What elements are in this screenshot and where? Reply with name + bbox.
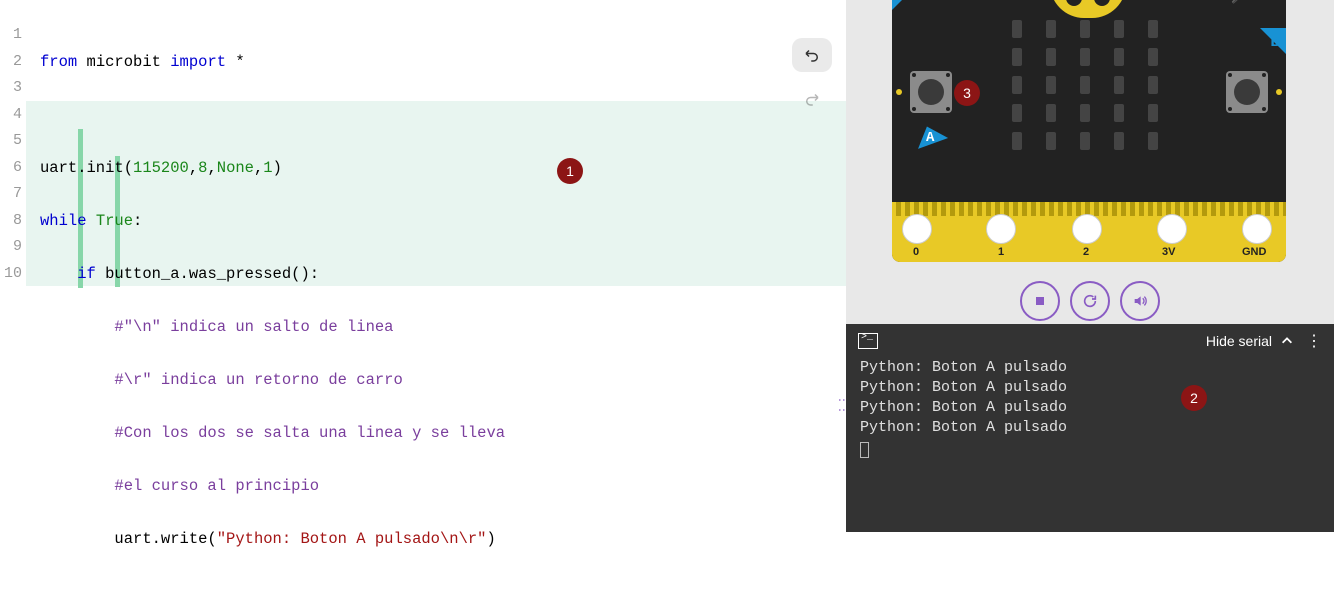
module: microbit	[77, 53, 170, 71]
sound-button[interactable]	[1120, 281, 1160, 321]
line-number: 6	[0, 155, 28, 182]
code-content[interactable]: from microbit import * uart.init(115200,…	[28, 0, 874, 605]
annotation-3: 3	[954, 80, 980, 106]
line-number-gutter: 1 2 3 4 5 6 7 8 9 10	[0, 0, 28, 287]
serial-menu-button[interactable]: ⋮	[1306, 331, 1322, 351]
pin-label: 3V	[1162, 246, 1175, 258]
simulator-controls	[846, 278, 1334, 324]
button-b[interactable]	[1226, 71, 1268, 113]
serial-line: Python: Boton A pulsado	[860, 399, 1067, 416]
stop-icon	[1032, 293, 1048, 309]
label-a: A	[926, 130, 934, 146]
simulator-area: 🎤 B A	[846, 0, 1334, 274]
serial-output[interactable]: Python: Boton A pulsado Python: Boton A …	[846, 358, 1334, 472]
num: 1	[263, 159, 272, 177]
button-a[interactable]	[910, 71, 952, 113]
line-number: 3	[0, 75, 28, 102]
line-number: 4	[0, 102, 28, 129]
side-dot	[1276, 89, 1282, 95]
serial-line: Python: Boton A pulsado	[860, 419, 1067, 436]
line-number: 1	[0, 22, 28, 49]
comment: #\r" indica un retorno de carro	[114, 371, 402, 389]
line-number: 5	[0, 128, 28, 155]
label-b: B	[1270, 33, 1280, 51]
line-number: 8	[0, 208, 28, 235]
hide-serial-label: Hide serial	[1206, 333, 1272, 349]
microbit-board: 🎤 B A	[892, 0, 1286, 262]
comment: #"\n" indica un salto de linea	[114, 318, 393, 336]
reset-icon	[1082, 293, 1098, 309]
board-face-icon	[1050, 0, 1126, 18]
pin-2[interactable]	[1072, 214, 1102, 244]
const-true: True	[96, 212, 133, 230]
annotation-2: 2	[1181, 385, 1207, 411]
kw-if: if	[77, 265, 96, 283]
serial-line: Python: Boton A pulsado	[860, 359, 1067, 376]
kw-from: from	[40, 53, 77, 71]
side-dot	[896, 89, 902, 95]
code-editor[interactable]: 1 2 3 4 5 6 7 8 9 10 from microbit impor…	[0, 0, 846, 532]
pin-gnd[interactable]	[1242, 214, 1272, 244]
stop-button[interactable]	[1020, 281, 1060, 321]
call: uart.init(	[40, 159, 133, 177]
empty-line	[40, 102, 874, 129]
line-number: 9	[0, 234, 28, 261]
annotation-1: 1	[557, 158, 583, 184]
kw-while: while	[40, 212, 87, 230]
edge-connector: 0 1 2 3V GND	[892, 206, 1286, 262]
kw-import: import	[170, 53, 226, 71]
reset-button[interactable]	[1070, 281, 1110, 321]
pin-label: GND	[1242, 246, 1266, 258]
line-number: 10	[0, 261, 28, 288]
star: *	[226, 53, 245, 71]
pin-label: 0	[913, 246, 919, 258]
serial-panel: Hide serial ⋮ Python: Boton A pulsado Py…	[846, 324, 1334, 532]
pin-1[interactable]	[986, 214, 1016, 244]
microphone-icon: 🎤	[1231, 0, 1246, 5]
chevron-up-icon	[1280, 334, 1294, 348]
comment: #el curso al principio	[114, 477, 319, 495]
led-matrix	[1012, 20, 1158, 150]
hide-serial-button[interactable]: Hide serial	[1206, 333, 1294, 349]
sound-icon	[1132, 293, 1148, 309]
comment: #Con los dos se salta una linea y se lle…	[114, 424, 505, 442]
corner-triangle-a	[892, 0, 918, 10]
none: None	[217, 159, 254, 177]
pin-label: 1	[998, 246, 1004, 258]
serial-line: Python: Boton A pulsado	[860, 379, 1067, 396]
pin-label: 2	[1083, 246, 1089, 258]
num: 115200	[133, 159, 189, 177]
line-number: 2	[0, 49, 28, 76]
pin-0[interactable]	[902, 214, 932, 244]
string: "Python: Boton A pulsado\n\r"	[217, 530, 487, 548]
line-number: 7	[0, 181, 28, 208]
pin-3v[interactable]	[1157, 214, 1187, 244]
